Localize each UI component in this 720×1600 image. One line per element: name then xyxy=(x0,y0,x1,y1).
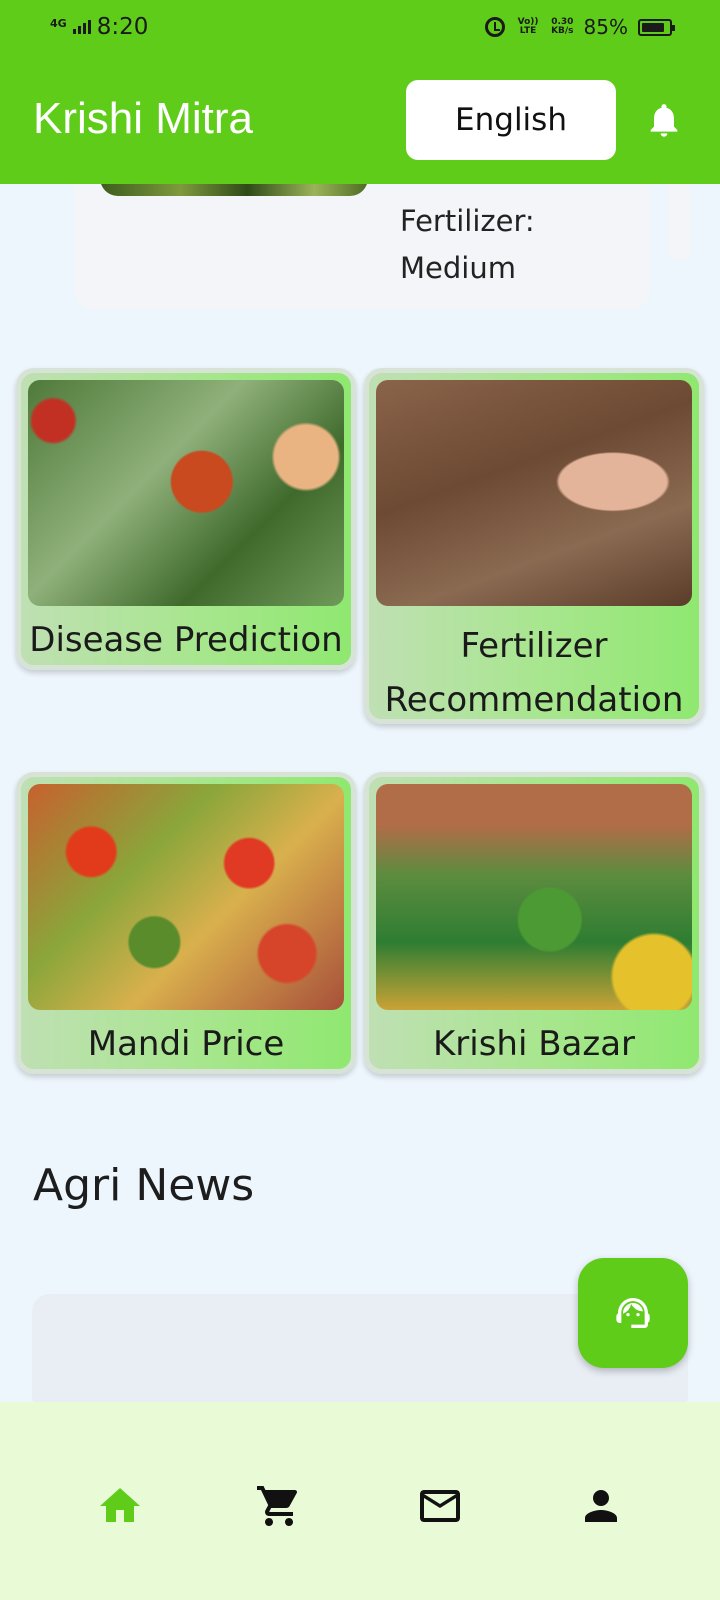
app-bar: 4G 8:20 Vo)) LTE 0.30 KB/s 85% Krishi Mi… xyxy=(0,0,720,184)
fertilizer-label-line2: Recommendation xyxy=(384,680,684,720)
agri-news-heading: Agri News xyxy=(33,1160,255,1211)
alarm-icon xyxy=(485,17,506,37)
cart-icon[interactable] xyxy=(255,1482,303,1530)
fertilizer-label: Fertilizer: xyxy=(400,204,535,238)
fertilizer-label-line1: Fertilizer xyxy=(460,626,608,666)
crop-fertilizer-info: Fertilizer: Medium xyxy=(400,198,535,292)
krishi-bazar-label: Krishi Bazar xyxy=(432,1024,636,1064)
krishi-bazar-image xyxy=(376,784,692,1010)
profile-icon[interactable] xyxy=(577,1482,625,1530)
mandi-price-label: Mandi Price xyxy=(87,1024,285,1064)
support-agent-icon xyxy=(616,1298,650,1328)
network-speed: 0.30 KB/s xyxy=(551,18,573,36)
mandi-price-image xyxy=(28,784,344,1010)
krishi-bazar-tile[interactable]: Krishi Bazar xyxy=(364,772,704,1074)
notifications-bell-icon[interactable] xyxy=(644,98,684,142)
disease-prediction-label: Disease Prediction xyxy=(29,620,343,660)
fertilizer-recommendation-label: Fertilizer Recommendation xyxy=(369,619,699,727)
network-speed-unit: KB/s xyxy=(551,26,574,36)
battery-icon xyxy=(638,18,675,36)
bottom-navigation xyxy=(0,1402,720,1600)
support-fab-button[interactable] xyxy=(578,1258,688,1368)
status-bar: 4G 8:20 Vo)) LTE 0.30 KB/s 85% xyxy=(0,0,720,58)
volte-indicator: Vo)) LTE xyxy=(517,17,539,36)
battery-percent: 85% xyxy=(583,15,628,39)
language-selector-button[interactable]: English xyxy=(406,80,616,160)
disease-prediction-image xyxy=(28,380,344,606)
clock: 8:20 xyxy=(96,14,149,40)
mail-icon[interactable] xyxy=(416,1482,464,1530)
fertilizer-value: Medium xyxy=(400,251,516,285)
network-type: 4G xyxy=(50,17,67,30)
home-icon[interactable] xyxy=(96,1482,144,1530)
fertilizer-recommendation-tile[interactable]: Fertilizer Recommendation xyxy=(364,368,704,724)
signal-icon xyxy=(72,20,91,34)
fertilizer-recommendation-image xyxy=(376,380,692,606)
mandi-price-tile[interactable]: Mandi Price xyxy=(16,772,356,1074)
disease-prediction-tile[interactable]: Disease Prediction xyxy=(16,368,356,670)
app-title: Krishi Mitra xyxy=(33,94,254,143)
